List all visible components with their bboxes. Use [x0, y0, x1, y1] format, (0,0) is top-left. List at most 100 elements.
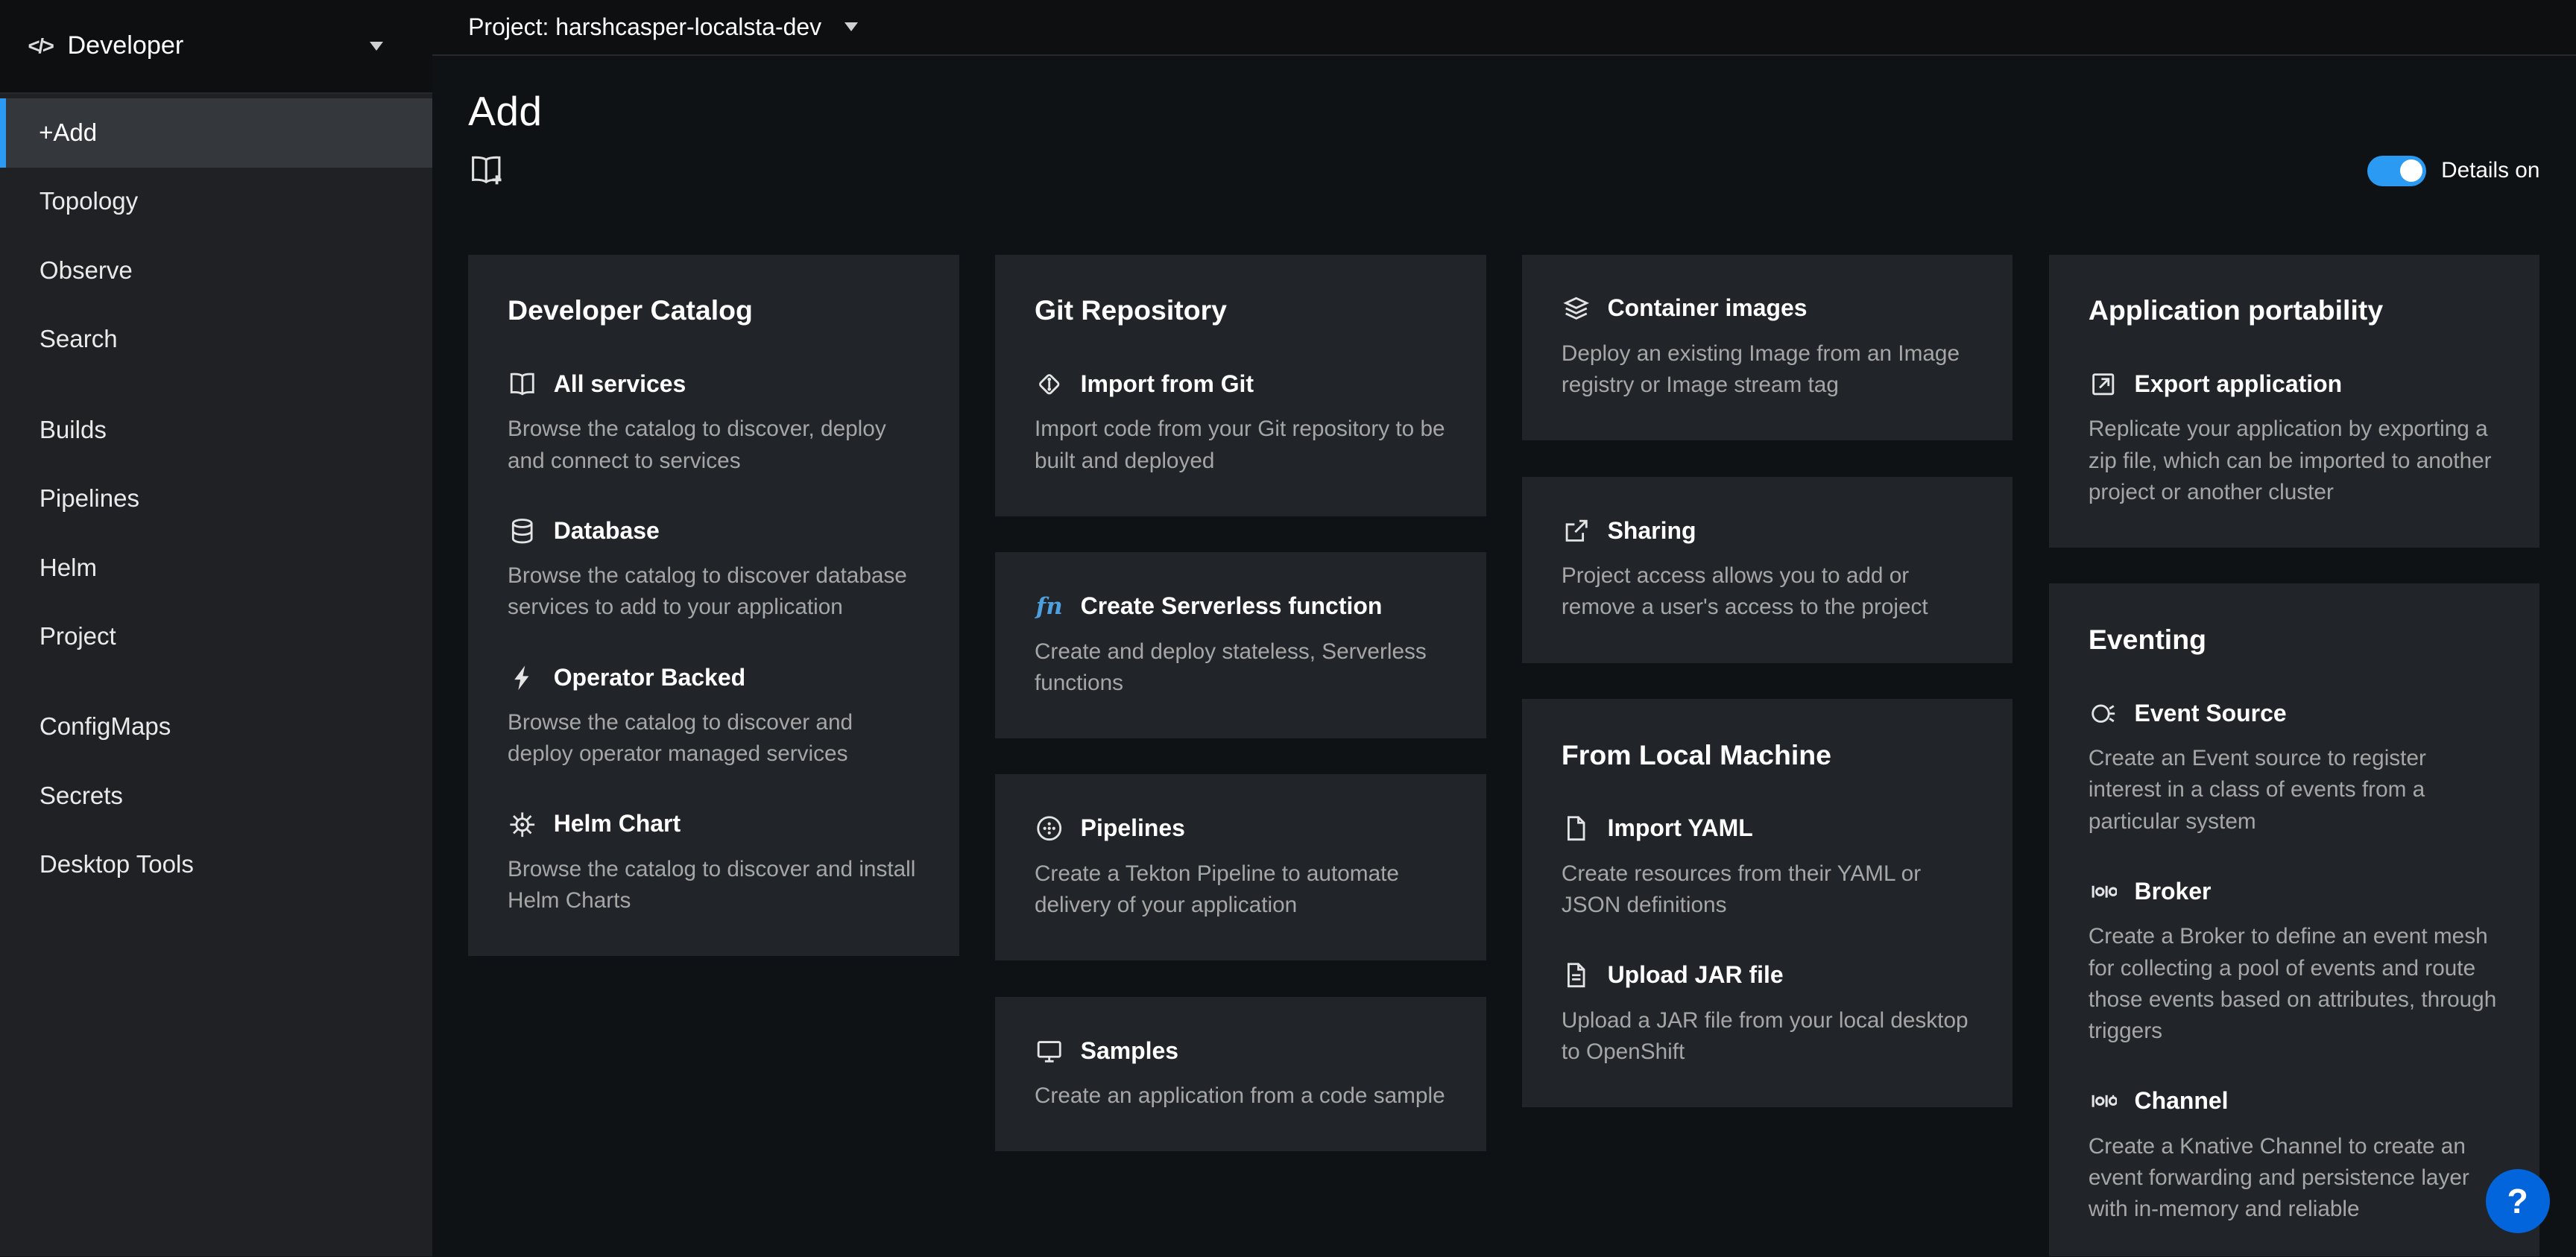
page-title: Add [468, 86, 2539, 136]
sidebar-item-topology[interactable]: Topology [0, 168, 432, 237]
serverless-card: fn Create Serverless function Create and… [995, 552, 1486, 738]
item-description: Create a Broker to define an event mesh … [2089, 921, 2501, 1047]
card-item-channel[interactable]: Channel Create a Knative Channel to crea… [2089, 1086, 2501, 1225]
nav-group: Builds Pipelines Helm Project [0, 396, 432, 671]
sidebar-item-helm[interactable]: Helm [0, 533, 432, 603]
sidebar-item-project[interactable]: Project [0, 603, 432, 672]
code-icon: </> [28, 34, 52, 58]
add-page: Add Details on [432, 56, 2576, 1256]
toggle-knob [2400, 159, 2422, 182]
card-title: Developer Catalog [508, 294, 920, 326]
card-item-upload-jar-file[interactable]: Upload JAR file Upload a JAR file from y… [1562, 960, 1974, 1068]
item-description: Browse the catalog to discover and deplo… [508, 707, 920, 770]
card-item-broker[interactable]: Broker Create a Broker to define an even… [2089, 877, 2501, 1047]
sidebar-item-secrets[interactable]: Secrets [0, 762, 432, 831]
card-item-import-yaml[interactable]: Import YAML Create resources from their … [1562, 814, 1974, 921]
add-cards-grid: Developer Catalog All services Browse th… [468, 255, 2539, 1256]
item-label: Sharing [1608, 516, 1696, 546]
card-item-pipelines[interactable]: Pipelines Create a Tekton Pipeline to au… [1035, 814, 1447, 921]
item-description: Create an application from a code sample [1035, 1080, 1447, 1112]
eventing-card: Eventing Event Source Create an Event so… [2049, 583, 2539, 1256]
item-head: Container images [1562, 294, 1974, 323]
item-label: Samples [1081, 1036, 1178, 1066]
perspective-switcher[interactable]: </> Developer [0, 0, 432, 94]
card-item-container-images[interactable]: Container images Deploy an existing Imag… [1562, 294, 1974, 401]
item-head: Database [508, 516, 920, 546]
item-description: Import code from your Git repository to … [1035, 414, 1447, 476]
container-images-card: Container images Deploy an existing Imag… [1522, 255, 2012, 441]
card-item-export-application[interactable]: Export application Replicate your applic… [2089, 370, 2501, 508]
item-label: Database [554, 516, 660, 546]
card-item-samples[interactable]: Samples Create an application from a cod… [1035, 1036, 1447, 1112]
details-toggle-wrap: Details on [2367, 156, 2539, 186]
item-label: Operator Backed [554, 663, 745, 693]
item-head: Import YAML [1562, 814, 1974, 843]
database-icon [508, 516, 537, 546]
item-head: Broker [2089, 877, 2501, 907]
item-description: Create resources from their YAML or JSON… [1562, 858, 1974, 921]
card-item-create-serverless-function[interactable]: fn Create Serverless function Create and… [1035, 592, 1447, 699]
broker-icon [2089, 877, 2118, 907]
chevron-down-icon [370, 42, 383, 51]
project-selector[interactable]: Project: harshcasper-localsta-dev [432, 0, 2576, 56]
card-item-operator-backed[interactable]: Operator Backed Browse the catalog to di… [508, 663, 920, 770]
item-description: Upload a JAR file from your local deskto… [1562, 1005, 1974, 1068]
item-description: Create a Tekton Pipeline to automate del… [1035, 858, 1447, 921]
openshift-console: </> Developer +Add Topology Observe Sear… [0, 0, 2576, 1256]
item-label: Create Serverless function [1081, 592, 1383, 621]
sidebar-item-configmaps[interactable]: ConfigMaps [0, 693, 432, 762]
sidebar-item-observe[interactable]: Observe [0, 236, 432, 305]
item-label: Upload JAR file [1608, 960, 1784, 990]
card-item-sharing[interactable]: Sharing Project access allows you to add… [1562, 516, 1974, 624]
git-icon [1035, 370, 1064, 399]
catalog-add-icon[interactable] [468, 153, 504, 189]
item-head: All services [508, 370, 920, 399]
card-item-all-services[interactable]: All services Browse the catalog to disco… [508, 370, 920, 477]
main-area: Project: harshcasper-localsta-dev Add [432, 0, 2576, 1256]
item-label: Event Source [2135, 699, 2287, 729]
sidebar: </> Developer +Add Topology Observe Sear… [0, 0, 432, 1256]
git-repository-card: Git Repository Import from Git Import co… [995, 255, 1486, 516]
samples-card: Samples Create an application from a cod… [995, 997, 1486, 1152]
card-item-database[interactable]: Database Browse the catalog to discover … [508, 516, 920, 624]
card-title: Git Repository [1035, 294, 1447, 326]
container-images-icon [1562, 294, 1591, 323]
card-item-event-source[interactable]: Event Source Create an Event source to r… [2089, 699, 2501, 838]
chevron-down-icon [845, 22, 858, 31]
from-local-machine-card: From Local Machine Import YAML Create re… [1522, 699, 2012, 1107]
event-source-icon [2089, 699, 2118, 729]
card-item-import-from-git[interactable]: Import from Git Import code from your Gi… [1035, 370, 1447, 477]
grid-column: Developer Catalog All services Browse th… [468, 255, 959, 957]
help-button-label: ? [2507, 1181, 2528, 1221]
page-header-row: Details on [468, 153, 2539, 189]
grid-column: Git Repository Import from Git Import co… [995, 255, 1486, 1152]
sidebar-item-pipelines[interactable]: Pipelines [0, 465, 432, 534]
details-toggle-label: Details on [2441, 158, 2539, 183]
export-icon [2089, 370, 2118, 399]
card-title: Eventing [2089, 623, 2501, 656]
item-description: Deploy an existing Image from an Image r… [1562, 338, 1974, 401]
item-description: Browse the catalog to discover and insta… [508, 854, 920, 916]
nav-group: ConfigMaps Secrets Desktop Tools [0, 693, 432, 900]
item-head: Pipelines [1035, 814, 1447, 843]
file-jar-icon [1562, 960, 1591, 990]
item-label: Import from Git [1081, 370, 1254, 399]
bolt-icon [508, 663, 537, 693]
perspective-label: Developer [68, 31, 184, 60]
grid-column: Application portability Export applicati… [2049, 255, 2539, 1256]
help-button[interactable]: ? [2486, 1169, 2550, 1233]
sidebar-item-builds[interactable]: Builds [0, 396, 432, 465]
sidebar-item-search[interactable]: Search [0, 305, 432, 375]
details-toggle[interactable] [2367, 156, 2426, 186]
item-label: Channel [2135, 1086, 2229, 1116]
card-item-helm-chart[interactable]: Helm Chart Browse the catalog to discove… [508, 809, 920, 916]
item-description: Create and deploy stateless, Serverless … [1035, 636, 1447, 699]
sidebar-item-desktop-tools[interactable]: Desktop Tools [0, 831, 432, 900]
helm-icon [508, 809, 537, 839]
item-description: Create a Knative Channel to create an ev… [2089, 1131, 2501, 1226]
item-label: All services [554, 370, 686, 399]
card-title: From Local Machine [1562, 738, 1974, 771]
sidebar-item-add[interactable]: +Add [0, 98, 432, 168]
pipelines-icon [1035, 814, 1064, 843]
item-label: Helm Chart [554, 809, 681, 839]
